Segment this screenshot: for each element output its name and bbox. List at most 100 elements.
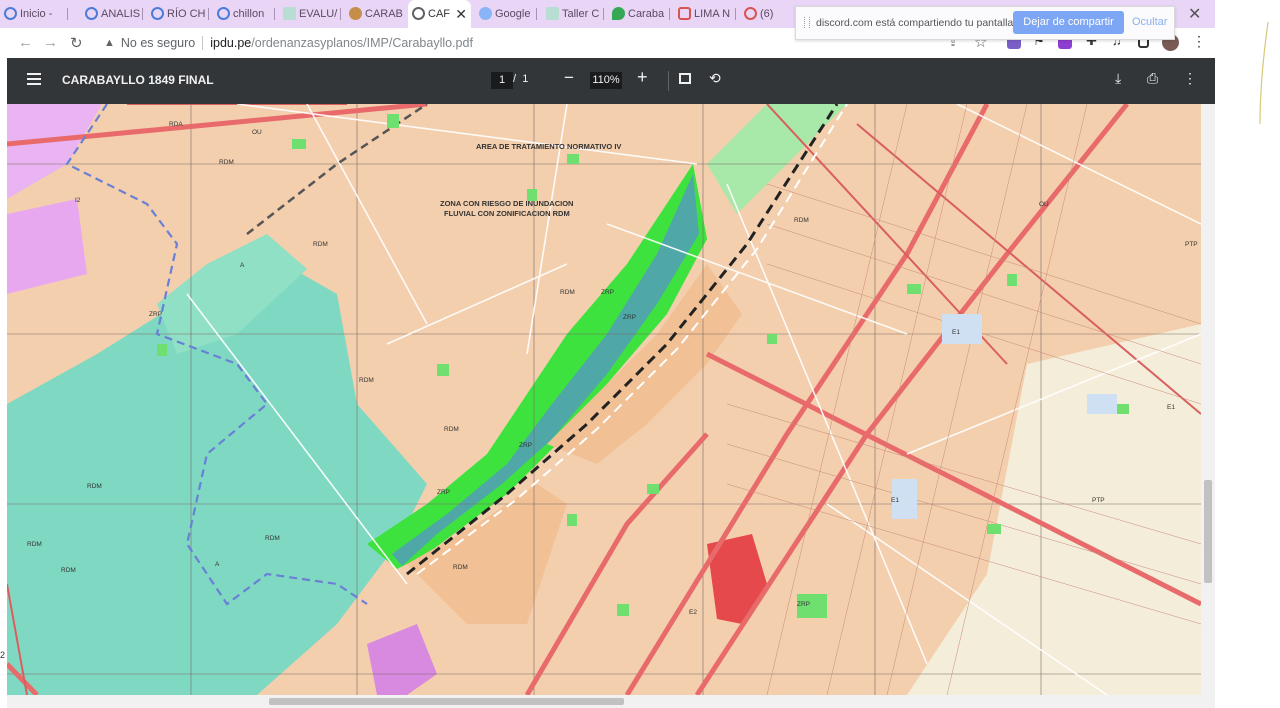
map-label: E1	[952, 329, 960, 336]
tab-evalu[interactable]: EVALU/	[279, 0, 341, 28]
tab-chillon[interactable]: chillon	[213, 0, 275, 28]
map-label: RDM	[794, 217, 809, 224]
tab-label: CAF	[428, 8, 450, 20]
zoning-map: AREA DE TRATAMIENTO NORMATIVO IV ZONA CO…	[7, 104, 1201, 695]
tab-label: Caraba	[628, 8, 665, 20]
pdf-toolbar: CARABAYLLO 1849 FINAL 1 / 1 − 110% + ⟲ ⤓…	[7, 58, 1215, 104]
map-label: PTP	[1092, 497, 1105, 504]
reload-icon[interactable]: ↻	[70, 34, 83, 52]
map-label: ZRP	[601, 289, 614, 296]
chrome-c-icon	[217, 7, 230, 20]
map-label: RDA	[169, 121, 183, 128]
map-label: ZRP	[437, 489, 450, 496]
screen-share-banner: discord.com está compartiendo tu pantall…	[795, 6, 1175, 40]
tab-taller[interactable]: Taller C	[542, 0, 604, 28]
map-label: ZRP	[623, 314, 636, 321]
map-label: E1	[891, 497, 899, 504]
page-edge-number: 2	[0, 650, 6, 660]
forward-icon[interactable]: →	[43, 34, 58, 51]
close-window-icon[interactable]: ✕	[1188, 4, 1201, 24]
vertical-scroll-thumb[interactable]	[1204, 480, 1212, 583]
zoom-out-icon[interactable]: −	[564, 68, 574, 88]
hide-button[interactable]: Ocultar	[1132, 16, 1167, 28]
map-label: RDM	[444, 426, 459, 433]
print-icon[interactable]: ⎙	[1147, 70, 1158, 87]
zone-label-risk: ZONA CON RIESGO DE INUNDACION	[440, 199, 573, 208]
tab-caraba[interactable]: Caraba	[608, 0, 670, 28]
page-input[interactable]: 1	[491, 72, 513, 89]
zoom-in-icon[interactable]: +	[637, 67, 648, 88]
map-label: RDM	[453, 564, 468, 571]
map-label: RDM	[359, 377, 374, 384]
url-path: /ordenanzasyplanos/IMP/Carabayllo.pdf	[251, 36, 473, 50]
map-label: RDM	[87, 483, 102, 490]
map-label: E2	[689, 609, 697, 616]
rotate-icon[interactable]: ⟲	[709, 70, 721, 87]
map-label: RDM	[560, 289, 575, 296]
close-tab-icon[interactable]: ✕	[455, 6, 467, 23]
tab-label: EVALU/	[299, 8, 338, 20]
map-label: PTP	[1185, 241, 1198, 248]
zone-label-area: AREA DE TRATAMIENTO NORMATIVO IV	[476, 142, 621, 151]
kebab-menu-icon[interactable]: ⋮	[1192, 33, 1206, 49]
tab-label: CARAB	[365, 8, 403, 20]
tab-analis[interactable]: ANALIS	[81, 0, 143, 28]
drag-handle-icon[interactable]	[804, 17, 810, 28]
map-label: A	[240, 262, 245, 269]
download-icon[interactable]: ⤓	[1115, 70, 1121, 87]
tab-chat[interactable]: (6)	[740, 0, 795, 28]
map-label: OU	[252, 129, 262, 136]
vertical-scrollbar[interactable]	[1201, 104, 1215, 695]
zone-label-fluvial: FLUVIAL CON ZONIFICACION RDM	[444, 209, 570, 218]
chrome-c-icon	[4, 7, 17, 20]
document-icon	[283, 7, 296, 20]
google-icon	[479, 7, 492, 20]
tab-label: Taller C	[562, 8, 600, 20]
map-label: RDM	[219, 159, 234, 166]
more-options-icon[interactable]: ⋮	[1183, 70, 1197, 87]
map-label: OU	[1039, 201, 1049, 208]
globe-icon	[412, 7, 425, 20]
share-message: discord.com está compartiendo tu pantall…	[816, 17, 1017, 29]
pdf-title: CARABAYLLO 1849 FINAL	[62, 73, 214, 87]
page-separator: /	[513, 73, 517, 85]
map-label: RDM	[27, 541, 42, 548]
tab-lima[interactable]: LIMA N	[674, 0, 736, 28]
horizontal-scrollbar[interactable]	[7, 695, 1215, 708]
tab-rio-ch[interactable]: RÍO CH	[147, 0, 209, 28]
fit-page-icon[interactable]	[679, 73, 691, 84]
horizontal-scroll-thumb[interactable]	[269, 698, 624, 705]
map-label: A	[215, 561, 220, 568]
stop-icon	[678, 7, 691, 20]
map-label: E1	[1167, 404, 1175, 411]
tab-carab[interactable]: CARAB	[345, 0, 407, 28]
pdf-page[interactable]: AREA DE TRATAMIENTO NORMATIVO IV ZONA CO…	[7, 104, 1201, 695]
chat-icon	[744, 7, 757, 20]
map-label: I2	[75, 197, 81, 204]
stop-sharing-button[interactable]: Dejar de compartir	[1013, 11, 1124, 34]
map-label: ZRP	[519, 442, 532, 449]
tab-label: RÍO CH	[167, 8, 206, 20]
tab-inicio[interactable]: Inicio -	[0, 0, 68, 28]
zoom-input[interactable]: 110%	[590, 72, 622, 89]
tab-label: chillon	[233, 8, 265, 20]
chrome-c-icon	[85, 7, 98, 20]
map-label: RDM	[265, 535, 280, 542]
tab-label: LIMA N	[694, 8, 731, 20]
tab-google[interactable]: Google	[475, 0, 537, 28]
map-label: ZRP	[149, 311, 162, 318]
pen-stroke	[1259, 21, 1269, 125]
document-icon	[546, 7, 559, 20]
map-label: RDM	[61, 567, 76, 574]
warning-icon: ▲	[104, 37, 115, 49]
url-host: ipdu.pe	[210, 36, 252, 50]
map-label: RDM	[313, 241, 328, 248]
map-pin-icon	[612, 7, 625, 20]
hamburger-menu-icon[interactable]	[27, 73, 41, 88]
security-label: No es seguro	[120, 36, 196, 50]
tab-caf-active[interactable]: CAF ✕	[408, 0, 471, 28]
leaf-icon	[349, 7, 362, 20]
tab-label: (6)	[760, 8, 774, 20]
total-pages: 1	[522, 73, 529, 85]
back-icon[interactable]: ←	[18, 34, 33, 51]
